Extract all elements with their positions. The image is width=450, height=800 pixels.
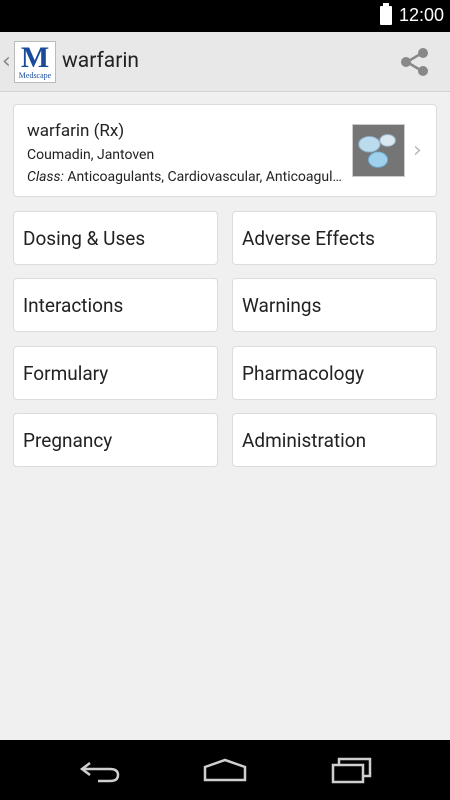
tile-label: Interactions [23, 294, 124, 317]
tile-dosing-uses[interactable]: Dosing & Uses [13, 211, 218, 265]
navigation-bar [0, 740, 450, 800]
tile-label: Dosing & Uses [23, 227, 146, 250]
tile-pregnancy[interactable]: Pregnancy [13, 413, 218, 467]
medscape-logo[interactable]: M Medscape [14, 41, 56, 83]
back-arrow-icon[interactable]: ‹ [2, 49, 11, 74]
chevron-right-icon: › [413, 138, 422, 163]
drug-brands: Coumadin, Jantoven [27, 147, 155, 163]
drug-name: warfarin (Rx) [27, 121, 125, 141]
tile-label: Adverse Effects [242, 227, 375, 250]
tile-interactions[interactable]: Interactions [13, 278, 218, 332]
tile-label: Pharmacology [242, 362, 365, 385]
drug-class: Class: Anticoagulants, Cardiovascular, A… [27, 169, 347, 185]
logo-word: Medscape [18, 71, 52, 80]
nav-home-icon[interactable] [201, 754, 249, 786]
nav-back-icon[interactable] [76, 754, 124, 786]
drug-summary-card[interactable]: warfarin (Rx) Coumadin, Jantoven Class: … [13, 104, 437, 197]
tile-adverse-effects[interactable]: Adverse Effects [232, 211, 437, 265]
drug-class-label: Class: [27, 169, 64, 185]
drug-class-value: Anticoagulants, Cardiovascular, Anticoag… [63, 169, 342, 185]
tile-formulary[interactable]: Formulary [13, 346, 218, 400]
tile-administration[interactable]: Administration [232, 413, 437, 467]
action-bar: ‹ M Medscape warfarin [0, 32, 450, 92]
tile-warnings[interactable]: Warnings [232, 278, 437, 332]
tile-pharmacology[interactable]: Pharmacology [232, 346, 437, 400]
nav-recents-icon[interactable] [328, 754, 376, 786]
status-bar: 12:00 [0, 0, 450, 32]
status-clock: 12:00 [399, 5, 445, 25]
tile-label: Administration [242, 429, 367, 452]
battery-icon [380, 3, 392, 25]
tile-label: Pregnancy [23, 429, 113, 452]
tile-label: Warnings [242, 294, 322, 317]
logo-letter: M [20, 41, 50, 74]
pill-image[interactable] [352, 124, 405, 177]
tile-label: Formulary [23, 362, 109, 385]
page-title: warfarin [62, 49, 140, 73]
share-icon[interactable] [398, 46, 432, 78]
